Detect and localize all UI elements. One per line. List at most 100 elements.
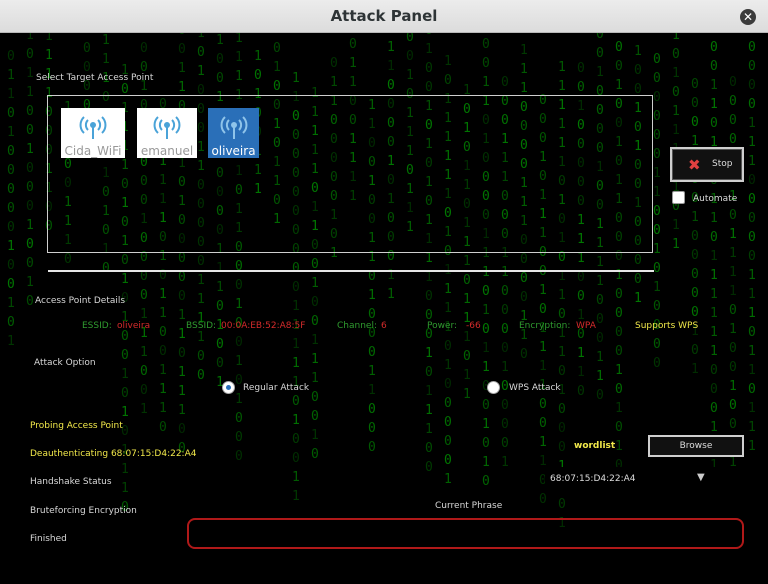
svg-text:1: 1 — [26, 218, 34, 233]
svg-text:1: 1 — [615, 78, 623, 93]
svg-text:0: 0 — [159, 344, 167, 359]
svg-text:0: 0 — [140, 364, 148, 379]
svg-text:1: 1 — [121, 272, 129, 287]
svg-text:1: 1 — [463, 387, 471, 402]
bssid-label: BSSID: — [186, 321, 217, 331]
svg-text:1: 1 — [748, 287, 756, 302]
svg-text:0: 0 — [558, 402, 566, 417]
svg-text:0: 0 — [710, 40, 718, 55]
svg-text:0: 0 — [235, 335, 243, 350]
svg-text:0: 0 — [444, 396, 452, 411]
svg-text:0: 0 — [444, 377, 452, 392]
svg-text:0: 0 — [729, 94, 737, 109]
svg-text:1: 1 — [710, 268, 718, 283]
svg-text:1: 1 — [311, 352, 319, 367]
svg-text:1: 1 — [748, 420, 756, 435]
svg-text:1: 1 — [292, 356, 300, 371]
svg-text:0: 0 — [197, 349, 205, 364]
svg-text:1: 1 — [368, 288, 376, 303]
access-point-list[interactable]: Cida_WiFi emanuel oliveira — [47, 95, 653, 253]
svg-text:0: 0 — [596, 293, 604, 308]
svg-text:1: 1 — [197, 64, 205, 79]
svg-text:1: 1 — [539, 283, 547, 298]
svg-text:1: 1 — [425, 270, 433, 285]
svg-text:0: 0 — [539, 492, 547, 507]
svg-text:1: 1 — [368, 364, 376, 379]
svg-text:0: 0 — [26, 161, 34, 176]
svg-text:0: 0 — [615, 59, 623, 74]
svg-text:1: 1 — [577, 251, 585, 266]
svg-text:0: 0 — [691, 77, 699, 92]
svg-text:1: 1 — [7, 239, 15, 254]
svg-text:0: 0 — [558, 421, 566, 436]
svg-text:1: 1 — [520, 43, 528, 58]
svg-text:0: 0 — [596, 331, 604, 346]
automate-label: Automate — [693, 194, 738, 204]
svg-text:0: 0 — [710, 59, 718, 74]
channel-value: 6 — [381, 321, 387, 331]
svg-text:1: 1 — [235, 69, 243, 84]
svg-text:0: 0 — [615, 40, 623, 55]
svg-text:1: 1 — [615, 439, 623, 454]
svg-text:0: 0 — [615, 287, 623, 302]
svg-text:0: 0 — [197, 254, 205, 269]
svg-text:1: 1 — [520, 62, 528, 77]
svg-text:1: 1 — [691, 210, 699, 225]
svg-text:0: 0 — [729, 341, 737, 356]
svg-text:1: 1 — [710, 420, 718, 435]
svg-text:0: 0 — [748, 97, 756, 112]
browse-button[interactable]: Browse — [648, 435, 744, 457]
dropdown-arrow-icon: ▼ — [697, 472, 705, 483]
svg-text:1: 1 — [729, 322, 737, 337]
access-point-item-cida-wifi[interactable]: Cida_WiFi — [61, 108, 125, 158]
svg-text:0: 0 — [748, 211, 756, 226]
svg-text:1: 1 — [748, 154, 756, 169]
close-button[interactable]: ✕ — [740, 9, 756, 25]
svg-text:0: 0 — [216, 52, 224, 67]
svg-text:0: 0 — [197, 45, 205, 60]
svg-text:1: 1 — [311, 371, 319, 386]
access-point-name: Cida_WiFi — [64, 144, 122, 158]
svg-text:0: 0 — [691, 248, 699, 263]
wordlist-select[interactable]: 68:07:15:D4:22:A4 ▼ — [545, 467, 745, 489]
svg-text:0: 0 — [83, 41, 91, 56]
svg-text:0: 0 — [710, 401, 718, 416]
svg-text:0: 0 — [7, 277, 15, 292]
access-point-name: oliveira — [211, 144, 256, 158]
svg-text:0: 0 — [444, 453, 452, 468]
svg-text:1: 1 — [672, 33, 680, 43]
automate-checkbox[interactable] — [672, 191, 685, 204]
svg-text:0: 0 — [425, 460, 433, 475]
svg-text:1: 1 — [729, 284, 737, 299]
stop-icon: ✖ — [688, 156, 701, 174]
wps-attack-radio[interactable] — [487, 381, 500, 394]
svg-text:0: 0 — [558, 307, 566, 322]
svg-text:1: 1 — [501, 455, 509, 470]
svg-text:0: 0 — [368, 402, 376, 417]
access-point-item-oliveira[interactable]: oliveira — [208, 108, 259, 158]
svg-text:0: 0 — [463, 273, 471, 288]
svg-text:1: 1 — [178, 365, 186, 380]
svg-text:0: 0 — [121, 348, 129, 363]
svg-text:1: 1 — [539, 435, 547, 450]
svg-text:0: 0 — [178, 270, 186, 285]
svg-text:1: 1 — [425, 384, 433, 399]
svg-text:1: 1 — [482, 75, 490, 90]
svg-text:0: 0 — [672, 85, 680, 100]
svg-text:0: 0 — [501, 284, 509, 299]
svg-text:1: 1 — [558, 60, 566, 75]
svg-text:1: 1 — [748, 135, 756, 150]
svg-text:0: 0 — [691, 229, 699, 244]
svg-text:0: 0 — [178, 42, 186, 57]
regular-attack-radio[interactable] — [222, 381, 235, 394]
svg-text:1: 1 — [672, 123, 680, 138]
svg-text:0: 0 — [178, 33, 186, 38]
stop-button[interactable]: ✖ Stop — [670, 147, 744, 182]
access-point-item-emanuel[interactable]: emanuel — [137, 108, 197, 158]
svg-text:0: 0 — [577, 289, 585, 304]
svg-text:1: 1 — [292, 489, 300, 504]
svg-text:0: 0 — [710, 116, 718, 131]
svg-text:1: 1 — [482, 360, 490, 375]
svg-text:0: 0 — [7, 144, 15, 159]
svg-text:1: 1 — [748, 306, 756, 321]
